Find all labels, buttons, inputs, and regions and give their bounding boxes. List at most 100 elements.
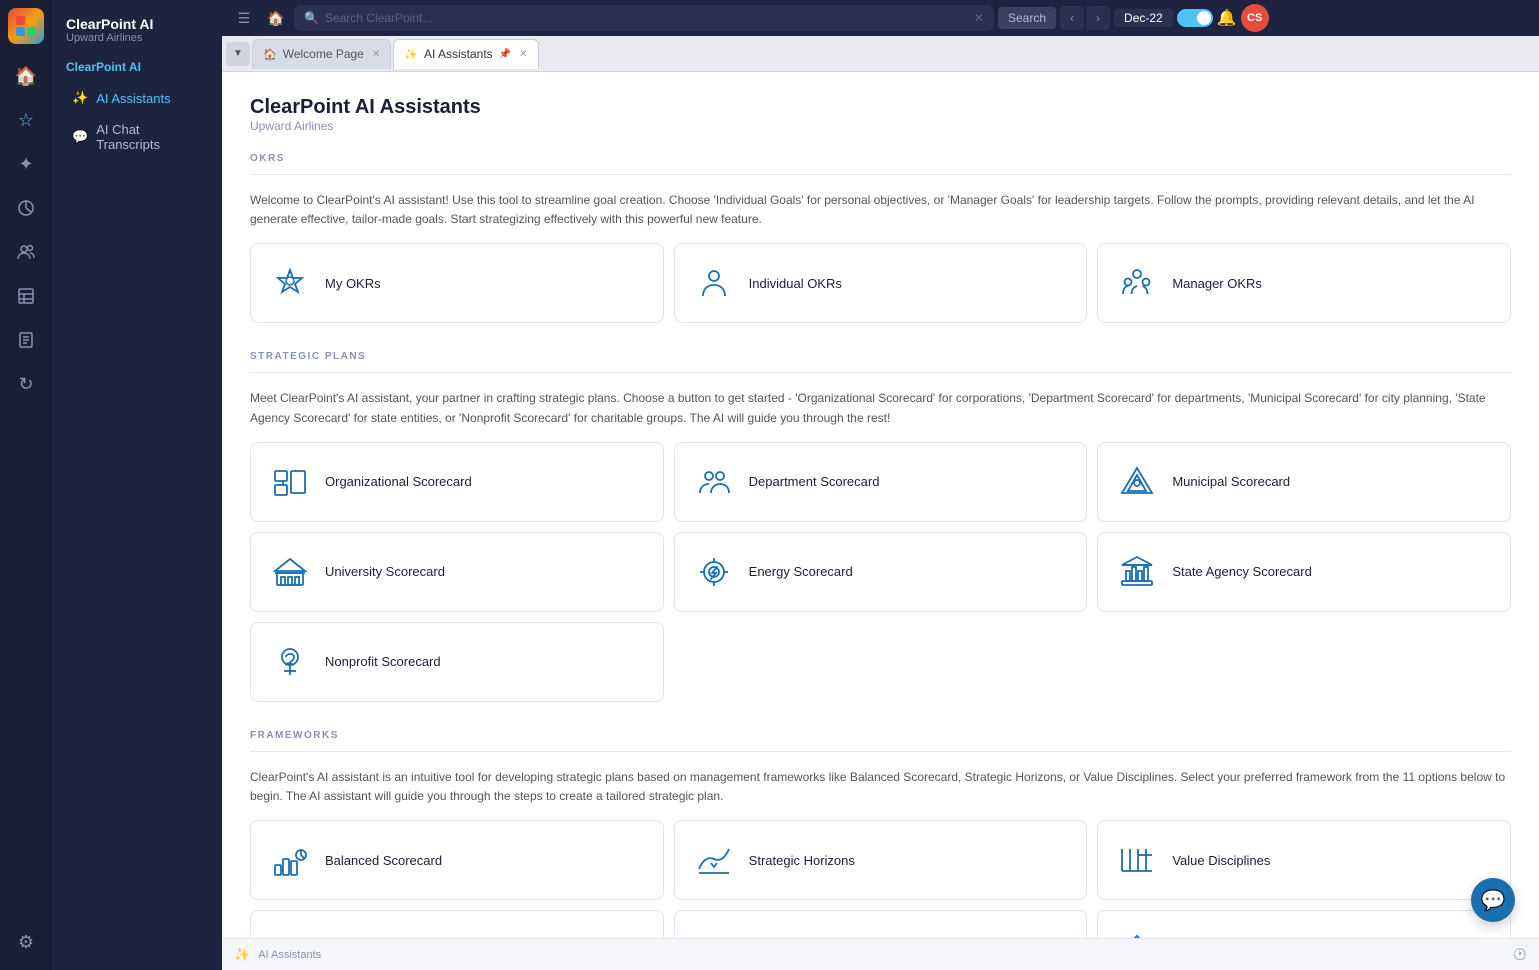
nav-rail: 🏠 ☆ ✦ ↻ ⚙ [0,0,52,970]
vrio-card[interactable]: ! VRIO [1097,910,1511,938]
okrs-cards-grid: My OKRs Individual OKRs [250,243,1511,323]
okrs-divider [250,174,1511,175]
energy-scorecard-card[interactable]: Energy Scorecard [674,532,1088,612]
nav-wand-icon[interactable]: ✦ [6,144,46,184]
strategic-plans-description: Meet ClearPoint's AI assistant, your par… [250,389,1511,427]
energy-scorecard-label: Energy Scorecard [749,564,853,579]
search-button[interactable]: Search [998,7,1056,29]
university-scorecard-label: University Scorecard [325,564,445,579]
top-bar: ☰ 🏠 🔍 ✕ Search ‹ › Dec-22 🔔 CS [222,0,1539,36]
nav-table-icon[interactable] [6,276,46,316]
app-logo[interactable] [8,8,44,44]
ai-assistants-icon: ✨ [72,90,88,106]
value-disciplines-card[interactable]: Value Disciplines [1097,820,1511,900]
nav-back-button[interactable]: ‹ [1060,6,1084,30]
nav-chart-icon[interactable] [6,188,46,228]
manager-okrs-card[interactable]: Manager OKRs [1097,243,1511,323]
theme-toggle[interactable] [1177,9,1213,27]
nav-star-icon[interactable]: ☆ [6,100,46,140]
search-input[interactable] [325,11,968,25]
individual-okrs-label: Individual OKRs [749,276,842,291]
energy-scorecard-icon [693,551,735,593]
nav-settings-icon[interactable]: ⚙ [6,922,46,962]
tab-welcome[interactable]: 🏠 Welcome Page ✕ [252,39,391,69]
okrs-section-label: OKRS [250,153,1511,164]
value-disciplines-icon [1116,839,1158,881]
left-panel-section-label: ClearPoint AI [52,52,222,82]
value-disciplines-label: Value Disciplines [1172,853,1270,868]
strategic-horizons-card[interactable]: Strategic Horizons [674,820,1088,900]
left-panel: ClearPoint AI Upward Airlines ClearPoint… [52,0,222,970]
tab-ai-pin-icon: 📌 [499,49,511,60]
balanced-scorecard-label: Balanced Scorecard [325,853,442,868]
state-agency-scorecard-card[interactable]: State Agency Scorecard [1097,532,1511,612]
bottom-bar-label: AI Assistants [258,949,321,961]
org-scorecard-card[interactable]: Organizational Scorecard [250,442,664,522]
strategic-plans-divider [250,372,1511,373]
okrs-section: OKRS Welcome to ClearPoint's AI assistan… [250,153,1511,323]
okrs-description: Welcome to ClearPoint's AI assistant! Us… [250,191,1511,229]
stakeholder-theory-icon [693,929,735,938]
tab-ai-close-icon[interactable]: ✕ [519,49,527,60]
swot-card[interactable]: SWOT [250,910,664,938]
tab-welcome-close-icon[interactable]: ✕ [372,49,380,60]
nav-arrows: ‹ › [1060,6,1110,30]
municipal-scorecard-icon [1116,461,1158,503]
search-icon: 🔍 [304,11,319,25]
dept-scorecard-icon [693,461,735,503]
vrio-icon: ! [1116,929,1158,938]
municipal-scorecard-card[interactable]: Municipal Scorecard [1097,442,1511,522]
tab-welcome-label: Welcome Page [283,47,364,61]
frameworks-section: FRAMEWORKS ClearPoint's AI assistant is … [250,730,1511,938]
date-value: Dec-22 [1124,11,1163,25]
dept-scorecard-card[interactable]: Department Scorecard [674,442,1088,522]
bottom-bar-time-icon: 🕐 [1513,948,1527,961]
frameworks-cards-grid: Balanced Scorecard Strategic Horizons [250,820,1511,938]
tab-ai-label: AI Assistants [424,47,493,61]
sidebar-item-label-ai-assistants: AI Assistants [96,91,170,106]
municipal-scorecard-label: Municipal Scorecard [1172,474,1290,489]
avatar[interactable]: CS [1241,4,1269,32]
frameworks-section-label: FRAMEWORKS [250,730,1511,741]
strategic-plans-cards-grid: Organizational Scorecard Department Scor… [250,442,1511,702]
org-scorecard-label: Organizational Scorecard [325,474,472,489]
university-scorecard-icon [269,551,311,593]
tab-dropdown-button[interactable]: ▼ [226,42,250,66]
home-button[interactable]: 🏠 [262,4,290,32]
tab-ai-icon: ✨ [404,48,418,61]
sidebar-item-ai-assistants[interactable]: ✨ AI Assistants [58,82,216,114]
nonprofit-scorecard-label: Nonprofit Scorecard [325,654,441,669]
nav-forward-button[interactable]: › [1086,6,1110,30]
nav-home-icon[interactable]: 🏠 [6,56,46,96]
nav-people-icon[interactable] [6,232,46,272]
swot-icon [269,929,311,938]
search-bar: 🔍 ✕ [294,5,994,31]
stakeholder-theory-card[interactable]: Stakeholder Theory [674,910,1088,938]
individual-okrs-icon [693,262,735,304]
state-agency-scorecard-icon [1116,551,1158,593]
nav-doc-icon[interactable] [6,320,46,360]
balanced-scorecard-icon [269,839,311,881]
sidebar-item-label-ai-chat: AI Chat Transcripts [96,122,202,152]
notifications-icon[interactable]: 🔔 [1217,8,1237,28]
nav-refresh-icon[interactable]: ↻ [6,364,46,404]
left-panel-subtitle: Upward Airlines [66,32,208,44]
balanced-scorecard-card[interactable]: Balanced Scorecard [250,820,664,900]
chat-fab-button[interactable]: 💬 [1471,878,1515,922]
org-scorecard-icon [269,461,311,503]
search-clear-icon[interactable]: ✕ [974,11,984,25]
individual-okrs-card[interactable]: Individual OKRs [674,243,1088,323]
dept-scorecard-label: Department Scorecard [749,474,880,489]
sidebar-toggle-button[interactable]: ☰ [230,4,258,32]
tab-ai-assistants[interactable]: ✨ AI Assistants 📌 ✕ [393,39,538,69]
nonprofit-scorecard-card[interactable]: Nonprofit Scorecard [250,622,664,702]
left-panel-app-name: ClearPoint AI [66,16,208,32]
my-okrs-card[interactable]: My OKRs [250,243,664,323]
sidebar-item-ai-chat[interactable]: 💬 AI Chat Transcripts [58,114,216,160]
my-okrs-icon [269,262,311,304]
university-scorecard-card[interactable]: University Scorecard [250,532,664,612]
ai-chat-icon: 💬 [72,129,88,145]
bottom-ai-icon: ✨ [234,947,250,963]
date-display: Dec-22 [1114,9,1173,27]
manager-okrs-label: Manager OKRs [1172,276,1262,291]
